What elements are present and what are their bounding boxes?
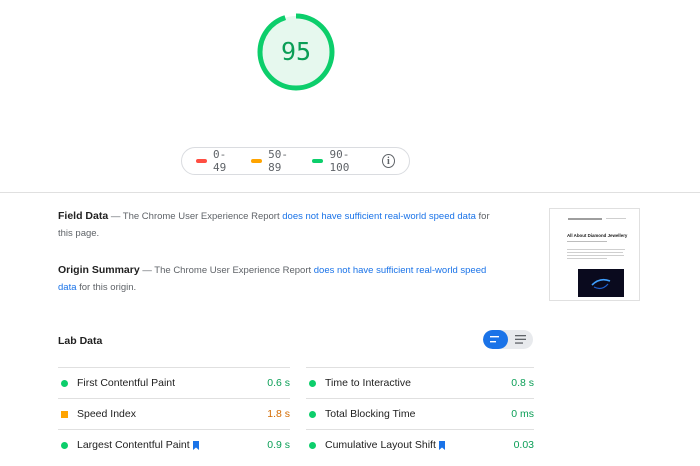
pass-indicator-icon — [61, 379, 68, 387]
metric-cumulative-layout-shift: Cumulative Layout Shift 0.03 — [306, 429, 534, 460]
metric-label: Time to Interactive — [325, 377, 411, 389]
thumbnail-text-line — [567, 258, 607, 259]
metric-value: 0.8 s — [511, 377, 534, 389]
thumbnail-header-line — [606, 218, 626, 219]
lines-long-icon — [515, 335, 526, 344]
summary-view-button[interactable] — [483, 330, 508, 349]
origin-summary-text-end: for this origin. — [76, 282, 137, 293]
thumbnail-text-line — [567, 249, 625, 250]
field-data-heading: Field Data — [58, 210, 109, 222]
pass-indicator-icon — [309, 441, 316, 449]
metric-value: 0.6 s — [267, 377, 290, 389]
average-indicator-icon — [61, 410, 68, 418]
pass-indicator-icon — [309, 379, 316, 387]
score-legend: 0-49 50-89 90-100 i — [181, 147, 410, 175]
lines-short-icon — [490, 336, 499, 343]
legend-item-pass: 90-100 — [312, 148, 365, 174]
origin-summary-heading: Origin Summary — [58, 264, 140, 276]
metric-label: Speed Index — [77, 408, 136, 420]
legend-label: 0-49 — [212, 148, 227, 174]
pass-indicator-icon — [61, 441, 68, 449]
bookmark-icon[interactable] — [192, 440, 199, 450]
metric-first-contentful-paint: First Contentful Paint 0.6 s — [58, 367, 290, 398]
legend-swatch-fail — [196, 159, 207, 163]
metric-total-blocking-time: Total Blocking Time 0 ms — [306, 398, 534, 429]
metric-time-to-interactive: Time to Interactive 0.8 s — [306, 367, 534, 398]
legend-label: 50-89 — [268, 148, 289, 174]
metric-view-toggle[interactable] — [483, 330, 533, 349]
metric-label: Total Blocking Time — [325, 408, 416, 420]
info-icon[interactable]: i — [381, 154, 395, 168]
metric-speed-index: Speed Index 1.8 s — [58, 398, 290, 429]
thumbnail-text-line — [567, 252, 623, 253]
thumbnail-image — [578, 269, 624, 297]
origin-summary-text: — The Chrome User Experience Report — [139, 265, 314, 276]
thumbnail-header-bar — [568, 218, 602, 220]
metric-label: First Contentful Paint — [77, 377, 176, 389]
legend-swatch-average — [251, 159, 263, 163]
field-data-text: — The Chrome User Experience Report — [108, 211, 283, 222]
metric-value: 1.8 s — [267, 408, 290, 420]
performance-score-gauge: 95 — [256, 12, 336, 92]
lab-data-heading: Lab Data — [58, 335, 103, 347]
metric-label: Cumulative Layout Shift — [325, 439, 436, 451]
legend-label: 90-100 — [329, 148, 350, 174]
legend-item-average: 50-89 — [251, 148, 298, 174]
thumbnail-subtitle-line — [567, 241, 607, 242]
score-value: 95 — [280, 37, 312, 66]
legend-swatch-pass — [312, 159, 324, 163]
page-screenshot-thumbnail[interactable]: All About Diamond Jewellery — [549, 208, 640, 301]
thumbnail-title: All About Diamond Jewellery — [567, 233, 628, 238]
field-data-section: Field Data — The Chrome User Experience … — [58, 208, 498, 242]
legend-item-fail: 0-49 — [196, 148, 237, 174]
section-divider — [0, 192, 700, 193]
metric-largest-contentful-paint: Largest Contentful Paint 0.9 s — [58, 429, 290, 460]
metric-label-wrap: Cumulative Layout Shift — [325, 439, 514, 451]
metric-label-wrap: Largest Contentful Paint — [77, 439, 267, 451]
bookmark-icon[interactable] — [438, 440, 445, 450]
pass-indicator-icon — [309, 410, 316, 418]
metric-value: 0.03 — [513, 439, 534, 451]
origin-summary-section: Origin Summary — The Chrome User Experie… — [58, 262, 498, 296]
metric-value: 0.9 s — [267, 439, 290, 451]
expanded-view-button[interactable] — [508, 330, 533, 349]
thumbnail-text-line — [567, 255, 624, 256]
metric-label: Largest Contentful Paint — [77, 439, 190, 451]
field-data-link[interactable]: does not have sufficient real-world spee… — [282, 211, 476, 222]
metric-value: 0 ms — [511, 408, 534, 420]
